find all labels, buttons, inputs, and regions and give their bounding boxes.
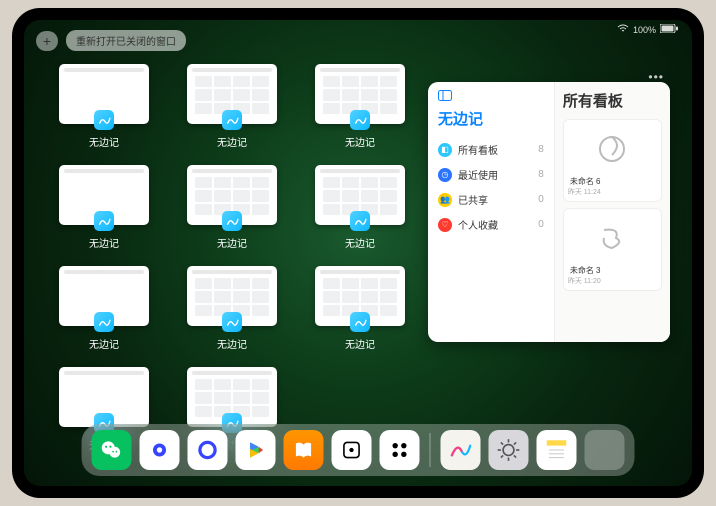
freeform-icon <box>94 211 114 231</box>
board-sketch <box>568 213 657 263</box>
dock-app-freeform[interactable] <box>441 430 481 470</box>
board-card[interactable]: 未命名 6 昨天 11:24 <box>563 119 662 202</box>
window-label: 无边记 <box>217 134 247 149</box>
panel-content: 所有看板 未命名 6 昨天 11:24 未命名 3 昨天 11:20 <box>554 82 670 342</box>
freeform-panel[interactable]: 无边记 ◧ 所有看板 8 ◷ 最近使用 8 👥 已共享 0 ♡ <box>428 82 670 342</box>
dock-app-settings[interactable] <box>489 430 529 470</box>
dock-app-quark[interactable] <box>188 430 228 470</box>
status-bar: 100% <box>617 24 678 35</box>
category-shared[interactable]: 👥 已共享 0 <box>438 187 544 212</box>
wifi-icon <box>617 24 629 35</box>
freeform-icon <box>350 110 370 130</box>
dock-app-library[interactable] <box>585 430 625 470</box>
window-thumb[interactable]: 无边记 <box>308 266 412 351</box>
freeform-icon <box>94 312 114 332</box>
freeform-icon <box>350 312 370 332</box>
sidebar-toggle-icon[interactable] <box>438 90 544 104</box>
ipad-frame: 100% + 重新打开已关闭的窗口 无边记 无边记 无边记 <box>12 8 704 498</box>
dock-app-dice[interactable] <box>332 430 372 470</box>
window-label: 无边记 <box>89 235 119 250</box>
window-thumb[interactable]: 无边记 <box>180 266 284 351</box>
category-favorites[interactable]: ♡ 个人收藏 0 <box>438 212 544 237</box>
category-count: 8 <box>538 169 544 180</box>
panel-left-title: 无边记 <box>438 108 544 129</box>
freeform-icon <box>350 211 370 231</box>
board-sketch <box>568 124 657 174</box>
board-name: 未命名 6 <box>568 174 657 187</box>
dock-separator <box>430 433 431 467</box>
category-count: 8 <box>538 144 544 155</box>
screen: 100% + 重新打开已关闭的窗口 无边记 无边记 无边记 <box>24 20 692 486</box>
window-label: 无边记 <box>89 134 119 149</box>
window-thumb[interactable]: 无边记 <box>52 64 156 149</box>
category-count: 0 <box>538 219 544 230</box>
window-thumb[interactable]: 无边记 <box>52 165 156 250</box>
category-icon: ◧ <box>438 143 452 157</box>
category-icon: 👥 <box>438 193 452 207</box>
category-count: 0 <box>538 194 544 205</box>
dock-app-notes[interactable] <box>537 430 577 470</box>
freeform-icon <box>94 110 114 130</box>
battery-text: 100% <box>633 25 656 35</box>
dock-app-play[interactable] <box>236 430 276 470</box>
board-card[interactable]: 未命名 3 昨天 11:20 <box>563 208 662 291</box>
board-name: 未命名 3 <box>568 263 657 276</box>
window-label: 无边记 <box>345 235 375 250</box>
window-thumb[interactable]: 无边记 <box>52 266 156 351</box>
topbar: + 重新打开已关闭的窗口 <box>36 30 186 51</box>
window-thumb[interactable]: 无边记 <box>308 64 412 149</box>
category-icon: ◷ <box>438 168 452 182</box>
dock-app-quark-hd[interactable] <box>140 430 180 470</box>
category-label: 已共享 <box>458 192 488 207</box>
app-switcher-grid: 无边记 无边记 无边记 无边记 无边记 无边记 <box>52 64 412 452</box>
window-label: 无边记 <box>89 336 119 351</box>
new-window-button[interactable]: + <box>36 31 58 51</box>
panel-right-title: 所有看板 <box>563 90 662 111</box>
window-label: 无边记 <box>345 134 375 149</box>
category-recent[interactable]: ◷ 最近使用 8 <box>438 162 544 187</box>
window-label: 无边记 <box>217 336 247 351</box>
category-label: 最近使用 <box>458 167 498 182</box>
freeform-icon <box>222 110 242 130</box>
reopen-closed-window-button[interactable]: 重新打开已关闭的窗口 <box>66 30 186 51</box>
category-label: 个人收藏 <box>458 217 498 232</box>
freeform-icon <box>222 312 242 332</box>
category-icon: ♡ <box>438 218 452 232</box>
window-label: 无边记 <box>217 235 247 250</box>
category-label: 所有看板 <box>458 142 498 157</box>
dock-app-books[interactable] <box>284 430 324 470</box>
window-label: 无边记 <box>345 336 375 351</box>
panel-sidebar: 无边记 ◧ 所有看板 8 ◷ 最近使用 8 👥 已共享 0 ♡ <box>428 82 554 342</box>
window-thumb[interactable]: 无边记 <box>180 64 284 149</box>
board-date: 昨天 11:24 <box>568 187 657 197</box>
freeform-icon <box>222 211 242 231</box>
dock <box>82 424 635 476</box>
window-thumb[interactable]: 无边记 <box>180 165 284 250</box>
window-thumb[interactable]: 无边记 <box>308 165 412 250</box>
dock-app-wechat[interactable] <box>92 430 132 470</box>
board-date: 昨天 11:20 <box>568 276 657 286</box>
battery-icon <box>660 24 678 35</box>
dock-app-dots[interactable] <box>380 430 420 470</box>
category-all-boards[interactable]: ◧ 所有看板 8 <box>438 137 544 162</box>
